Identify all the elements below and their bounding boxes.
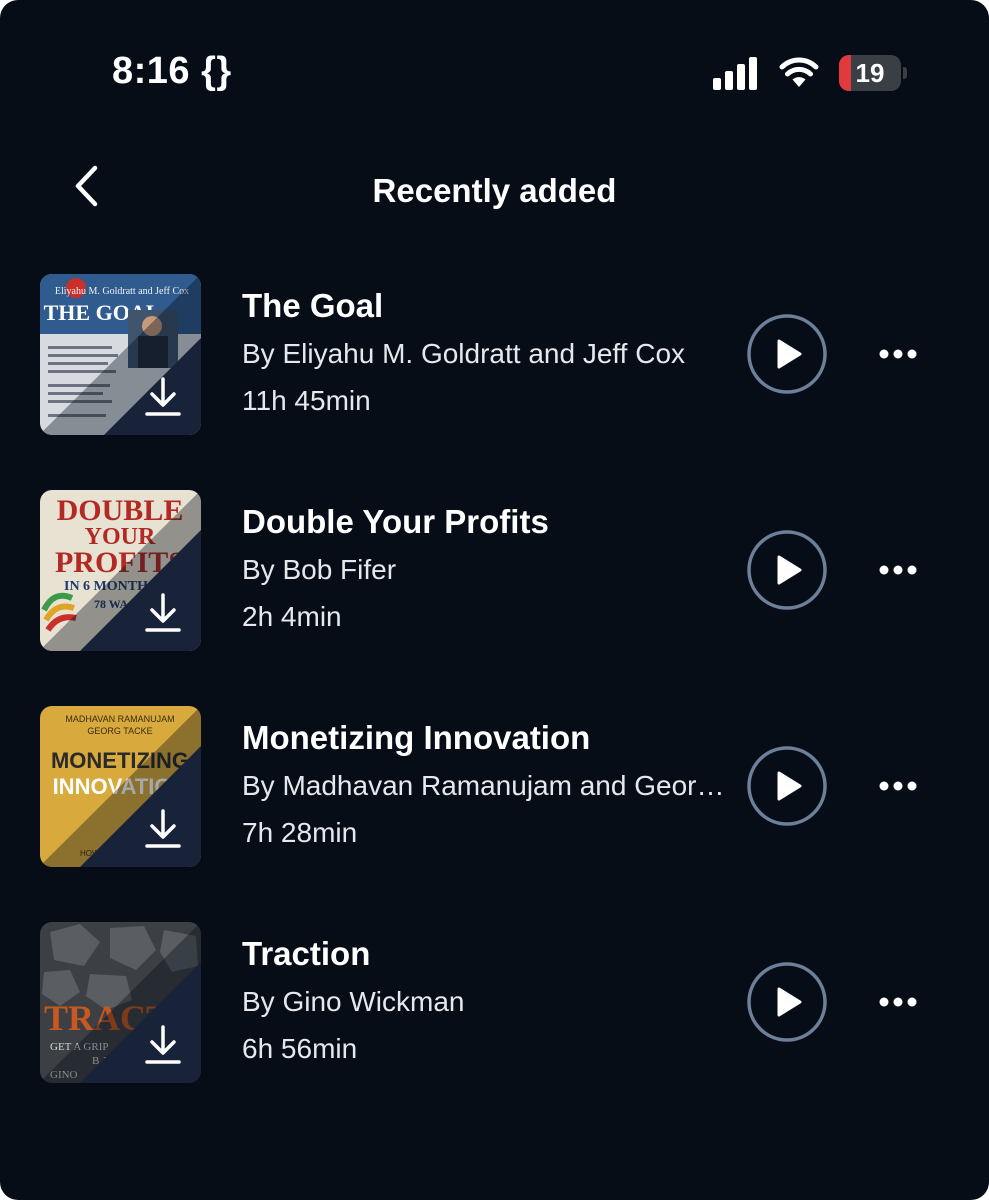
book-cover[interactable]: DOUBLE YOUR PROFITS IN 6 MONTHS OR 78 WA: [40, 490, 201, 651]
play-button[interactable]: [747, 314, 827, 394]
book-duration: 6h 56min: [242, 1033, 358, 1064]
status-bar: 8:16 {} 19: [0, 0, 989, 140]
book-row[interactable]: MADHAVAN RAMANUJAM GEORG TACKE MONETIZIN…: [0, 704, 989, 920]
book-cover[interactable]: TRACTION GET A GRIP BUS GINO: [40, 922, 201, 1083]
status-indicators: 19: [713, 55, 907, 91]
book-title: Double Your Profits: [242, 503, 549, 540]
play-icon: [777, 771, 802, 801]
book-list: Eliyahu M. Goldratt and Jeff Cox THE GOA…: [0, 272, 989, 1136]
more-options-button[interactable]: [868, 334, 928, 374]
ellipsis-icon: [879, 997, 917, 1007]
book-duration: 2h 4min: [242, 601, 342, 632]
play-button[interactable]: [747, 746, 827, 826]
play-icon: [777, 339, 802, 369]
app-screen: 8:16 {} 19 Recently added Eliyahu M. Gol…: [0, 0, 989, 1200]
ellipsis-icon: [879, 781, 917, 791]
book-row[interactable]: DOUBLE YOUR PROFITS IN 6 MONTHS OR 78 WA: [0, 488, 989, 704]
status-time: 8:16 {}: [112, 50, 232, 92]
download-icon[interactable]: [139, 589, 187, 637]
book-info: The Goal By Eliyahu M. Goldratt and Jeff…: [242, 286, 732, 419]
book-title: The Goal: [242, 287, 384, 324]
page-header: Recently added: [0, 150, 989, 240]
book-duration: 11h 45min: [242, 385, 371, 416]
book-author: By Madhavan Ramanujam and Georg Tacke: [242, 770, 732, 801]
download-icon[interactable]: [139, 805, 187, 853]
book-info: Monetizing Innovation By Madhavan Ramanu…: [242, 718, 732, 851]
play-icon: [777, 555, 802, 585]
more-options-button[interactable]: [868, 766, 928, 806]
book-info: Traction By Gino Wickman 6h 56min: [242, 934, 732, 1067]
book-cover[interactable]: MADHAVAN RAMANUJAM GEORG TACKE MONETIZIN…: [40, 706, 201, 867]
book-title: Monetizing Innovation: [242, 719, 591, 756]
play-button[interactable]: [747, 530, 827, 610]
battery-tip: [903, 67, 907, 79]
book-duration: 7h 28min: [242, 817, 358, 848]
book-author: By Bob Fifer: [242, 554, 397, 585]
more-options-button[interactable]: [868, 982, 928, 1022]
play-button[interactable]: [747, 962, 827, 1042]
download-icon[interactable]: [139, 373, 187, 421]
book-row[interactable]: Eliyahu M. Goldratt and Jeff Cox THE GOA…: [0, 272, 989, 488]
download-icon[interactable]: [139, 1021, 187, 1069]
battery-indicator: 19: [839, 55, 901, 91]
wifi-icon: [779, 57, 819, 87]
cellular-signal-icon: [713, 57, 757, 90]
battery-percentage: 19: [855, 57, 885, 88]
book-row[interactable]: TRACTION GET A GRIP BUS GINO Traction By…: [0, 920, 989, 1136]
ellipsis-icon: [879, 349, 917, 359]
play-icon: [777, 987, 802, 1017]
ellipsis-icon: [879, 565, 917, 575]
book-title: Traction: [242, 935, 371, 972]
book-cover[interactable]: Eliyahu M. Goldratt and Jeff Cox THE GOA…: [40, 274, 201, 435]
book-info: Double Your Profits By Bob Fifer 2h 4min: [242, 502, 732, 635]
battery-level-fill: [839, 55, 851, 91]
page-title: Recently added: [372, 172, 617, 209]
book-author: By Eliyahu M. Goldratt and Jeff Cox: [242, 338, 686, 369]
book-author: By Gino Wickman: [242, 986, 465, 1017]
more-options-button[interactable]: [868, 550, 928, 590]
